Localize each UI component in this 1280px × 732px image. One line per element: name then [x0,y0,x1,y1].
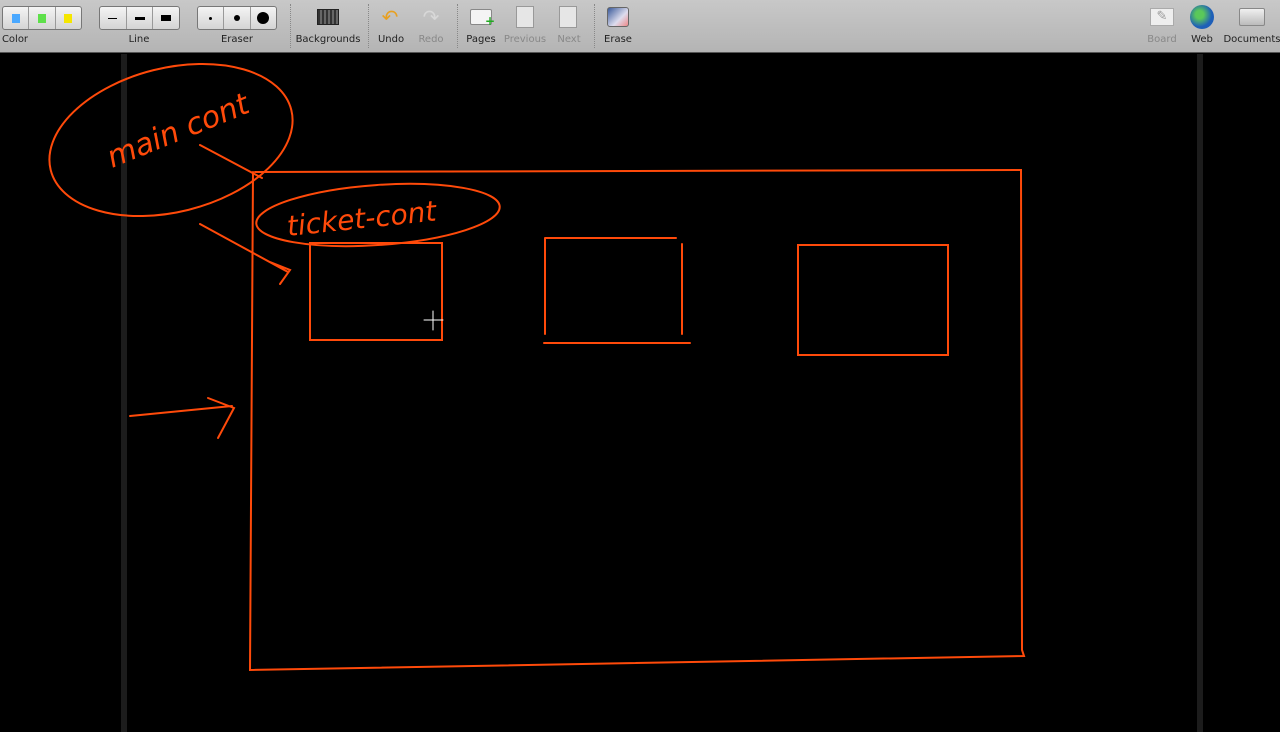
ticket-cont-note: ticket-cont [285,194,439,243]
ticket-box-1 [309,242,443,341]
main-arrow [199,144,263,179]
ticket-box-2 [543,237,691,344]
ticket-box-3 [797,244,949,356]
ticket-arrow [199,223,292,285]
cursor-crosshair [423,310,444,331]
ink-layer[interactable]: main cont ticket-cont [0,0,1280,732]
side-arrow [129,397,236,439]
